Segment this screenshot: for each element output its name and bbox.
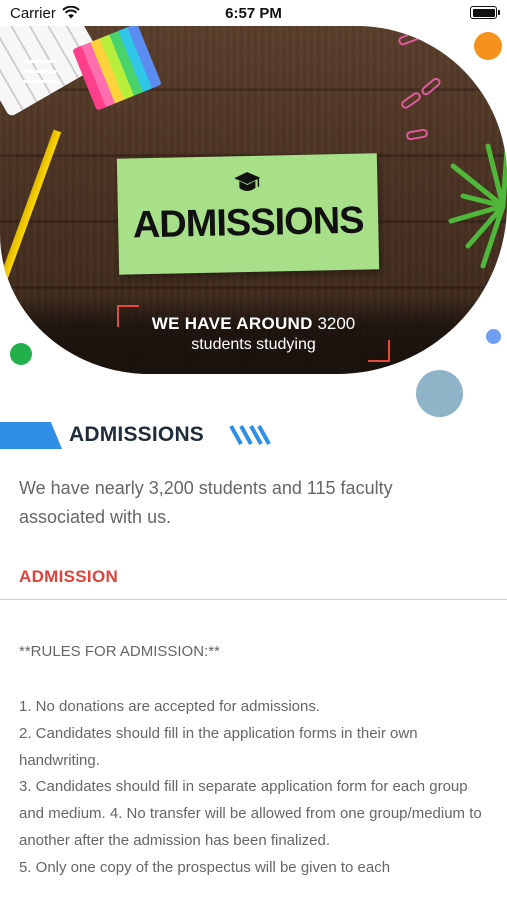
admissions-card: ADMISSIONS	[116, 153, 380, 275]
rules-title: **RULES FOR ADMISSION:**	[19, 643, 220, 660]
admission-heading: ADMISSION	[19, 567, 119, 586]
steel-dot	[416, 370, 463, 417]
blue-dot	[486, 329, 501, 344]
status-bar: Carrier 6:57 PM	[0, 0, 507, 26]
rules-text: 1. No donations are accepted for admissi…	[19, 698, 482, 876]
heading-accent-bar	[0, 422, 62, 449]
paperclip-graphic	[405, 128, 429, 141]
card-title: ADMISSIONS	[132, 199, 364, 247]
battery-icon	[470, 6, 500, 19]
paperclip-graphic	[399, 90, 423, 111]
paperclip-graphic	[419, 75, 443, 98]
graduation-cap-icon	[234, 172, 261, 192]
pencil-graphic	[0, 129, 62, 283]
divider	[0, 599, 507, 600]
stat-headline: WE HAVE AROUND 3200	[0, 314, 507, 334]
stat-subtext: students studying	[191, 336, 316, 353]
menu-icon[interactable]	[23, 60, 57, 86]
hero-banner: ADMISSIONS WE HAVE AROUND 3200 students …	[0, 26, 507, 374]
paperclip-graphic	[397, 30, 421, 47]
hero-overlay	[0, 294, 507, 374]
green-dot	[10, 343, 32, 365]
intro-paragraph: We have nearly 3,200 students and 115 fa…	[19, 478, 393, 527]
triple-slash-icon	[229, 425, 271, 445]
section-title: ADMISSIONS	[69, 423, 205, 446]
clock: 6:57 PM	[225, 5, 282, 22]
plant-graphic	[448, 133, 507, 269]
stat-number: 3200	[317, 314, 356, 333]
orange-dot	[474, 32, 502, 60]
stat-bold-text: WE HAVE AROUND	[151, 314, 313, 333]
